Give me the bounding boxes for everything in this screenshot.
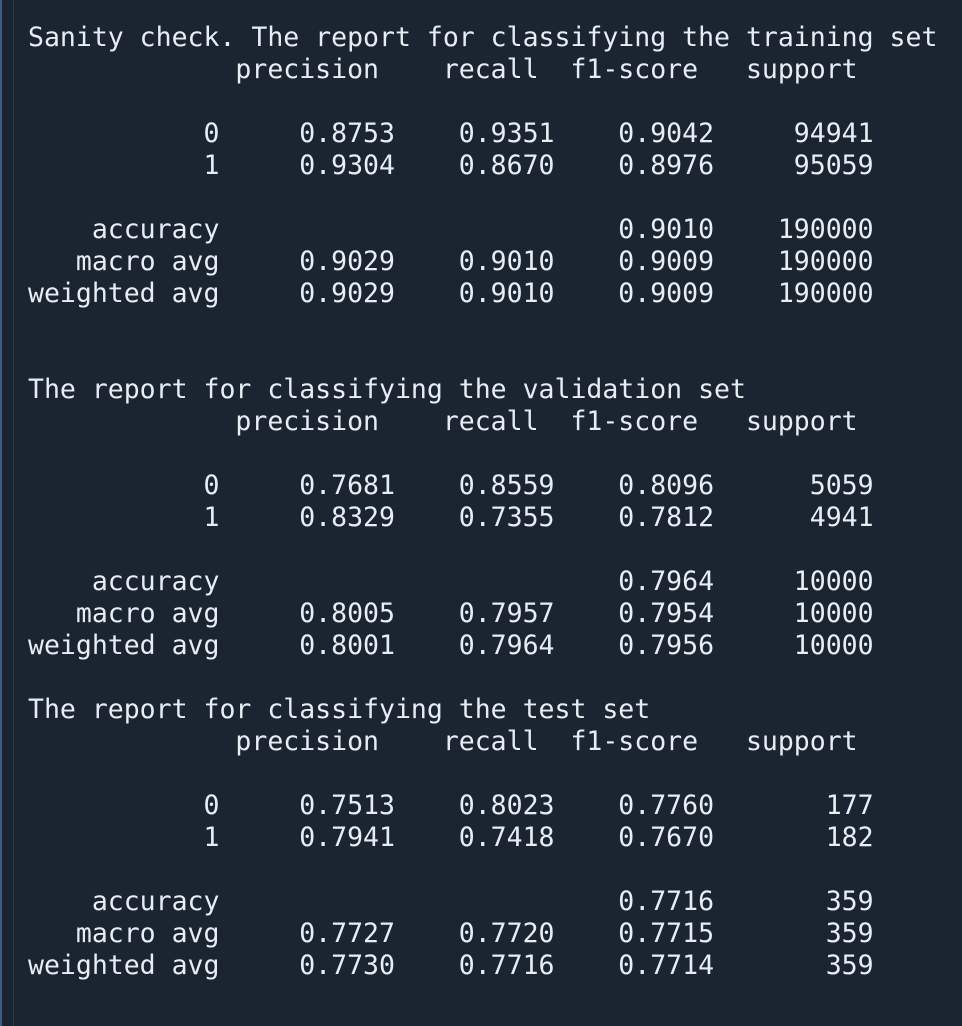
output-line-test-class-1: 1 0.7941 0.7418 0.7670 182 <box>28 822 874 853</box>
output-line-validation-macro-avg: macro avg 0.8005 0.7957 0.7954 10000 <box>28 598 874 629</box>
output-line-blank <box>28 758 937 790</box>
output-line-training-title: Sanity check. The report for classifying… <box>28 22 938 53</box>
output-line-training-class-0: 0 0.8753 0.9351 0.9042 94941 <box>28 118 874 149</box>
output-line-test-title: The report for classifying the test set <box>28 694 651 725</box>
output-line-training-header: precision recall f1-score support <box>28 54 858 85</box>
output-line-validation-accuracy: accuracy 0.7964 10000 <box>28 566 874 597</box>
output-line-blank <box>28 310 937 342</box>
output-line-training-accuracy: accuracy 0.9010 190000 <box>28 214 874 245</box>
output-line-training-weighted-avg: weighted avg 0.9029 0.9010 0.9009 190000 <box>28 278 874 309</box>
output-line-validation-weighted-avg: weighted avg 0.8001 0.7964 0.7956 10000 <box>28 630 874 661</box>
output-line-validation-title: The report for classifying the validatio… <box>28 374 746 405</box>
output-line-blank <box>28 438 937 470</box>
output-line-blank <box>28 342 937 374</box>
output-line-validation-class-0: 0 0.7681 0.8559 0.8096 5059 <box>28 470 874 501</box>
output-line-validation-header: precision recall f1-score support <box>28 406 858 437</box>
output-line-training-macro-avg: macro avg 0.9029 0.9010 0.9009 190000 <box>28 246 874 277</box>
output-line-blank <box>28 86 937 118</box>
output-line-blank <box>28 854 937 886</box>
output-line-test-header: precision recall f1-score support <box>28 726 858 757</box>
output-line-validation-class-1: 1 0.8329 0.7355 0.7812 4941 <box>28 502 874 533</box>
editor-gutter-border <box>0 0 14 1026</box>
output-line-test-class-0: 0 0.7513 0.8023 0.7760 177 <box>28 790 874 821</box>
output-line-blank <box>28 182 937 214</box>
output-line-test-accuracy: accuracy 0.7716 359 <box>28 886 874 917</box>
output-line-blank <box>28 662 937 694</box>
output-line-blank <box>28 534 937 566</box>
output-line-test-weighted-avg: weighted avg 0.7730 0.7716 0.7714 359 <box>28 950 874 981</box>
output-line-training-class-1: 1 0.9304 0.8670 0.8976 95059 <box>28 150 874 181</box>
cell-output: Sanity check. The report for classifying… <box>28 22 937 982</box>
output-line-test-macro-avg: macro avg 0.7727 0.7720 0.7715 359 <box>28 918 874 949</box>
